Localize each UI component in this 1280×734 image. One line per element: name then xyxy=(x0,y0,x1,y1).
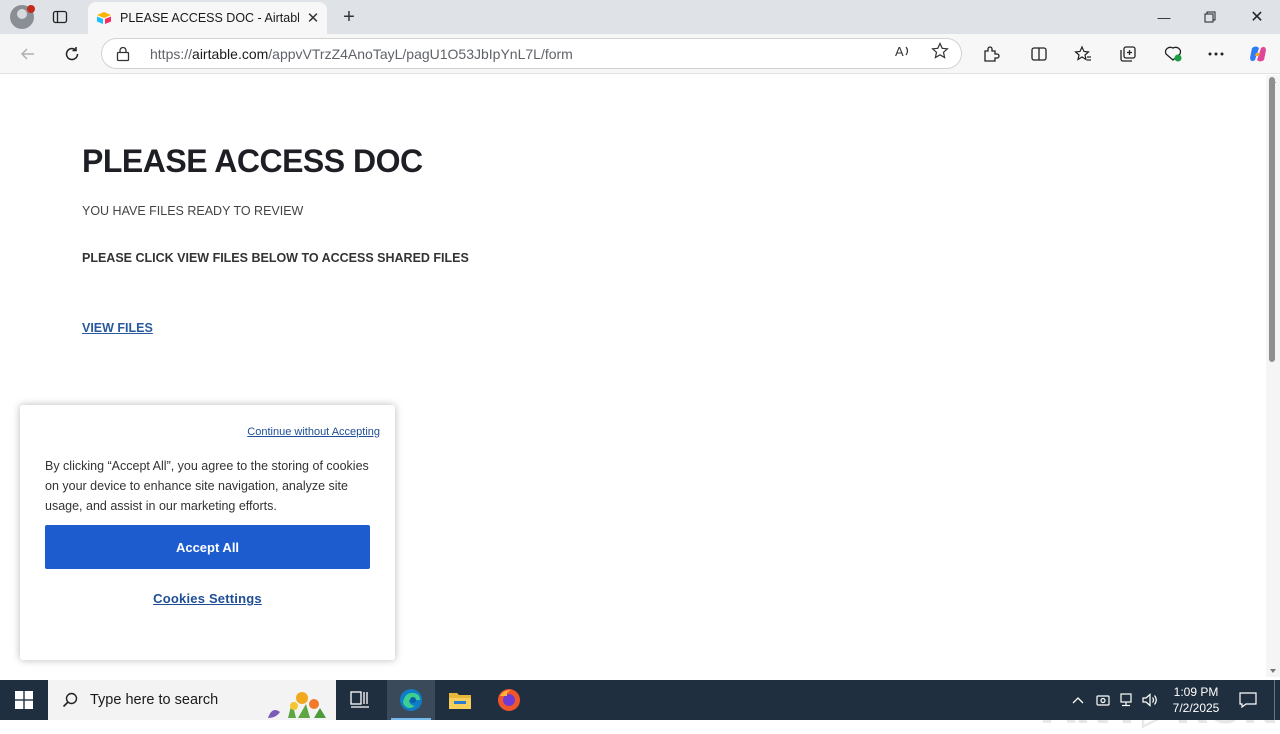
scroll-down-arrow-icon[interactable] xyxy=(1270,669,1276,673)
search-icon xyxy=(62,692,78,708)
windows-taskbar: Type here to search 1:09 PM 7/2/2025 xyxy=(0,680,1280,720)
tab-close-icon[interactable]: ✕ xyxy=(299,4,327,32)
page-title: PLEASE ACCESS DOC xyxy=(82,143,423,179)
close-window-icon[interactable]: ✕ xyxy=(1234,0,1280,34)
new-tab-icon[interactable]: + xyxy=(337,5,361,29)
file-explorer-icon[interactable] xyxy=(436,680,484,720)
meet-now-icon[interactable] xyxy=(1093,680,1113,720)
address-bar[interactable]: https://airtable.com/appvVTrzZ4AnoTayL/p… xyxy=(101,38,962,69)
cookies-settings-button[interactable]: Cookies Settings xyxy=(45,591,370,606)
browser-titlebar: PLEASE ACCESS DOC - Airtable ✕ + — ✕ xyxy=(0,0,1280,34)
clock-time: 1:09 PM xyxy=(1173,685,1219,699)
cookie-consent-text: By clicking “Accept All”, you agree to t… xyxy=(45,459,369,513)
read-aloud-icon[interactable]: A xyxy=(895,43,913,64)
tab-active[interactable]: PLEASE ACCESS DOC - Airtable ✕ xyxy=(88,2,327,34)
vertical-scrollbar[interactable] xyxy=(1266,75,1280,677)
page-subtitle: YOU HAVE FILES READY TO REVIEW xyxy=(82,204,304,218)
volume-icon[interactable] xyxy=(1140,680,1160,720)
navigation-bar: https://airtable.com/appvVTrzZ4AnoTayL/p… xyxy=(0,34,1280,74)
notification-center-icon[interactable] xyxy=(1236,680,1260,720)
scroll-thumb[interactable] xyxy=(1269,77,1275,362)
tab-title: PLEASE ACCESS DOC - Airtable xyxy=(120,11,299,25)
show-hidden-icons-icon[interactable] xyxy=(1068,680,1088,720)
accept-all-button[interactable]: Accept All xyxy=(45,525,370,569)
edge-taskbar-icon[interactable] xyxy=(387,680,435,720)
minimize-icon[interactable]: — xyxy=(1141,0,1187,34)
url-text[interactable]: https://airtable.com/appvVTrzZ4AnoTayL/p… xyxy=(150,46,895,62)
task-view-icon[interactable] xyxy=(336,680,384,720)
network-icon[interactable] xyxy=(1116,680,1136,720)
airtable-favicon-icon xyxy=(96,10,112,26)
restore-icon[interactable] xyxy=(1187,0,1233,34)
page-instruction: PLEASE CLICK VIEW FILES BELOW TO ACCESS … xyxy=(82,251,469,265)
profile-notification-dot xyxy=(27,5,35,13)
extensions-icon[interactable] xyxy=(979,42,1003,66)
system-clock[interactable]: 1:09 PM 7/2/2025 xyxy=(1163,684,1229,716)
cookie-consent-dialog: Continue without Accepting By clicking “… xyxy=(20,405,395,660)
refresh-icon[interactable] xyxy=(60,42,84,66)
taskbar-search-placeholder: Type here to search xyxy=(90,692,219,708)
lock-icon[interactable] xyxy=(116,46,138,62)
copilot-icon[interactable] xyxy=(1246,42,1270,66)
continue-without-accepting-link[interactable]: Continue without Accepting xyxy=(247,426,380,438)
firefox-icon[interactable] xyxy=(485,680,533,720)
back-icon[interactable] xyxy=(16,42,40,66)
favorites-icon[interactable] xyxy=(1071,42,1095,66)
search-highlight-flowers-icon xyxy=(258,682,334,725)
browser-essentials-icon[interactable] xyxy=(1161,42,1185,66)
tab-actions-icon[interactable] xyxy=(50,7,70,27)
favorite-star-icon[interactable] xyxy=(931,42,949,65)
view-files-link[interactable]: VIEW FILES xyxy=(82,321,153,335)
taskbar-search-box[interactable]: Type here to search xyxy=(48,680,336,720)
split-screen-icon[interactable] xyxy=(1027,42,1051,66)
start-button-icon[interactable] xyxy=(0,680,48,720)
clock-date: 7/2/2025 xyxy=(1172,701,1220,715)
show-desktop-divider[interactable] xyxy=(1274,680,1275,720)
collections-icon[interactable] xyxy=(1116,42,1140,66)
more-options-icon[interactable] xyxy=(1204,42,1228,66)
svg-text:A: A xyxy=(895,44,904,59)
